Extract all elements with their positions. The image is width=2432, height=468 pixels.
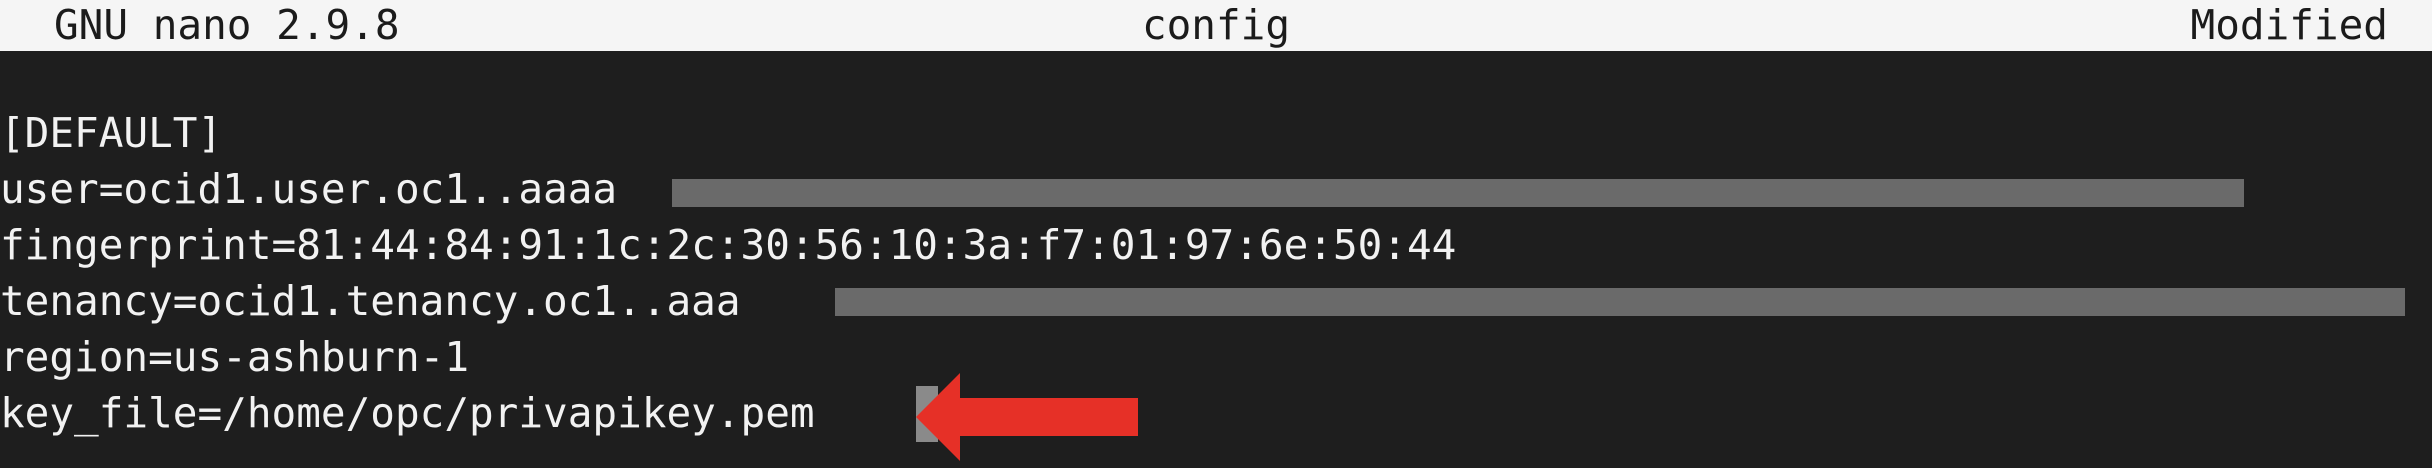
file-name: config [1141,1,1291,49]
config-line-section-header[interactable]: [DEFAULT] [0,105,222,161]
config-line-fingerprint[interactable]: fingerprint=81:44:84:91:1c:2c:30:56:10:3… [0,217,1456,273]
red-arrow-icon [916,373,1138,461]
editor-text-area[interactable]: [DEFAULT] user=ocid1.user.oc1..aaaa fing… [0,51,2432,468]
redaction-bar-tenancy-ocid [835,288,2405,316]
config-line-user[interactable]: user=ocid1.user.oc1..aaaa [0,161,617,217]
config-line-key-file[interactable]: key_file=/home/opc/privapikey.pem [0,385,815,441]
config-line-region[interactable]: region=us-ashburn-1 [0,329,469,385]
config-line-tenancy[interactable]: tenancy=ocid1.tenancy.oc1..aaa [0,273,741,329]
redaction-bar-user-ocid [672,179,2244,207]
modified-status: Modified [2190,1,2388,49]
nano-title-bar: GNU nano 2.9.8 config Modified [0,0,2432,51]
